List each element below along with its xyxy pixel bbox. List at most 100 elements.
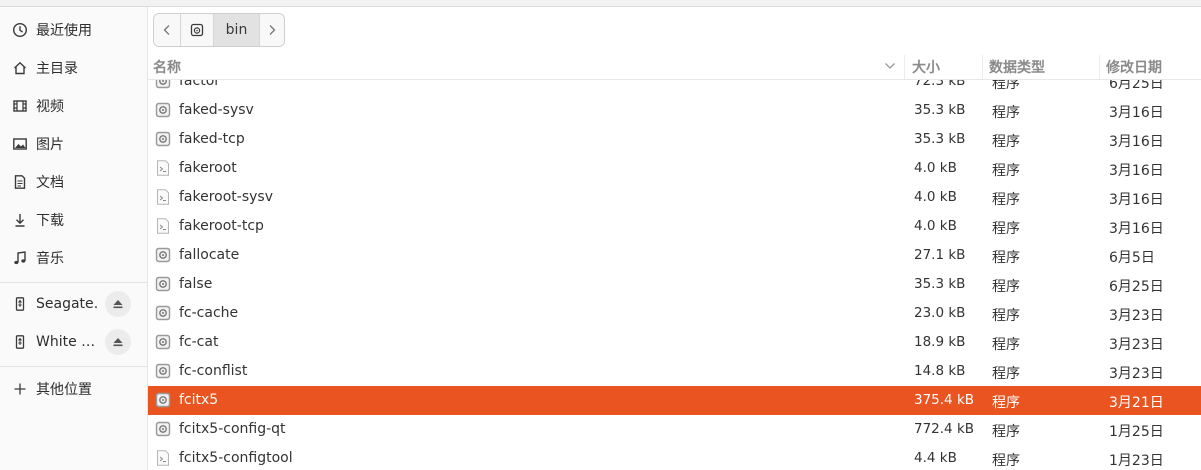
file-name: fcitx5-config-qt (179, 421, 286, 437)
executable-icon (155, 102, 171, 118)
file-name: fcitx5 (179, 392, 219, 408)
executable-icon (155, 392, 171, 408)
file-row[interactable]: fc-cat 18.9 kB 程序 3月23日 (148, 328, 1201, 357)
executable-icon (155, 131, 171, 147)
path-crumb-current[interactable]: bin (214, 14, 260, 46)
executable-icon (155, 80, 171, 89)
file-type: 程序 (992, 337, 1020, 353)
file-row[interactable]: fakeroot-sysv 4.0 kB 程序 3月16日 (148, 183, 1201, 212)
sidebar-item-recent[interactable]: 最近使用 (0, 12, 147, 48)
file-list: factor 72.3 kB 程序 6月25日 faked-sysv 35.3 kB 程序 3… (148, 80, 1201, 470)
file-row[interactable]: fallocate 27.1 kB 程序 6月5日 (148, 241, 1201, 270)
file-row[interactable]: fcitx5-config-qt 772.4 kB 程序 1月25日 (148, 415, 1201, 444)
file-modified-date: 3月23日 (1109, 337, 1164, 353)
executable-icon (155, 363, 171, 379)
file-modified-date: 3月23日 (1109, 308, 1164, 324)
column-modified-header[interactable]: 修改日期 (1106, 57, 1162, 77)
file-row[interactable]: fakeroot 4.0 kB 程序 3月16日 (148, 154, 1201, 183)
file-manager-window: 最近使用 主目录 视频 图片 文档 下载 音乐 Seagate White … … (0, 0, 1201, 470)
sidebar-item-label: 下载 (36, 213, 64, 229)
sidebar-item-label: 最近使用 (36, 23, 92, 39)
file-row[interactable]: false 35.3 kB 程序 6月25日 (148, 270, 1201, 299)
path-root-button[interactable] (181, 14, 214, 46)
script-icon (155, 218, 171, 234)
column-name-header[interactable]: 名称 (153, 57, 181, 77)
chevron-right-icon (269, 25, 276, 35)
executable-icon (155, 305, 171, 321)
path-back-button[interactable] (154, 14, 181, 46)
sidebar-item-label: 音乐 (36, 251, 64, 267)
column-header: 名称 大小 数据类型 修改日期 (148, 55, 1201, 80)
file-size: 4.0 kB (914, 160, 957, 176)
sidebar-device-white[interactable]: White … (0, 324, 147, 360)
file-row[interactable]: fc-conflist 14.8 kB 程序 3月23日 (148, 357, 1201, 386)
file-size: 4.4 kB (914, 450, 957, 466)
chevron-down-icon[interactable] (884, 61, 896, 71)
path-bar: bin (153, 13, 285, 47)
file-type: 程序 (992, 80, 1020, 92)
file-name: faked-sysv (179, 102, 254, 118)
sidebar-item-music[interactable]: 音乐 (0, 240, 147, 276)
file-size: 27.1 kB (914, 247, 966, 263)
sidebar-item-home[interactable]: 主目录 (0, 50, 147, 86)
column-type-header[interactable]: 数据类型 (989, 57, 1045, 77)
sidebar-divider (0, 282, 147, 283)
file-size: 14.8 kB (914, 363, 966, 379)
sidebar-item-downloads[interactable]: 下载 (0, 202, 147, 238)
file-name: fc-conflist (179, 363, 248, 379)
file-type: 程序 (992, 105, 1020, 121)
file-name: faked-tcp (179, 131, 245, 147)
file-type: 程序 (992, 279, 1020, 295)
file-name: fakeroot-sysv (179, 189, 274, 205)
file-modified-date: 3月16日 (1109, 192, 1164, 208)
sidebar-item-label: 主目录 (36, 61, 78, 77)
usb-drive-icon (11, 295, 29, 313)
sidebar-item-other-locations[interactable]: 其他位置 (0, 371, 147, 407)
file-row[interactable]: fc-cache 23.0 kB 程序 3月23日 (148, 299, 1201, 328)
script-icon (155, 189, 171, 205)
sidebar-item-videos[interactable]: 视频 (0, 88, 147, 124)
executable-icon (155, 276, 171, 292)
file-modified-date: 1月25日 (1109, 424, 1164, 440)
column-size-header[interactable]: 大小 (912, 57, 940, 77)
sidebar-item-documents[interactable]: 文档 (0, 164, 147, 200)
column-divider (904, 55, 905, 79)
file-size: 72.3 kB (914, 80, 966, 89)
executable-icon (155, 247, 171, 263)
file-row[interactable]: factor 72.3 kB 程序 6月25日 (148, 80, 1201, 96)
file-name: false (179, 276, 213, 292)
file-modified-date: 3月16日 (1109, 221, 1164, 237)
file-type: 程序 (992, 395, 1020, 411)
disk-icon (190, 23, 204, 37)
sidebar-item-label: 文档 (36, 175, 64, 191)
file-modified-date: 3月23日 (1109, 366, 1164, 382)
file-row[interactable]: faked-tcp 35.3 kB 程序 3月16日 (148, 125, 1201, 154)
file-row[interactable]: faked-sysv 35.3 kB 程序 3月16日 (148, 96, 1201, 125)
sidebar-device-seagate[interactable]: Seagate… (0, 286, 147, 322)
image-icon (11, 135, 29, 153)
file-row[interactable]: fakeroot-tcp 4.0 kB 程序 3月16日 (148, 212, 1201, 241)
file-name: fcitx5-configtool (179, 450, 293, 466)
eject-icon[interactable] (105, 329, 131, 355)
file-row[interactable]: fcitx5 375.4 kB 程序 3月21日 (148, 386, 1201, 415)
sidebar-item-label: White … (36, 334, 96, 350)
file-type: 程序 (992, 453, 1020, 469)
file-modified-date: 1月23日 (1109, 453, 1164, 469)
eject-icon[interactable] (105, 291, 131, 317)
file-modified-date: 3月21日 (1109, 395, 1164, 411)
path-forward-button[interactable] (260, 14, 284, 46)
file-row[interactable]: fcitx5-configtool 4.4 kB 程序 1月23日 (148, 444, 1201, 470)
file-size: 4.0 kB (914, 218, 957, 234)
column-divider (982, 55, 983, 79)
file-type: 程序 (992, 134, 1020, 150)
file-name: fallocate (179, 247, 240, 263)
file-modified-date: 6月25日 (1109, 80, 1164, 92)
sidebar-item-pictures[interactable]: 图片 (0, 126, 147, 162)
file-size: 35.3 kB (914, 276, 966, 292)
file-name: fakeroot (179, 160, 237, 176)
file-type: 程序 (992, 163, 1020, 179)
sidebar-item-label: 视频 (36, 99, 64, 115)
file-name: fc-cat (179, 334, 219, 350)
music-icon (11, 249, 29, 267)
home-icon (11, 59, 29, 77)
